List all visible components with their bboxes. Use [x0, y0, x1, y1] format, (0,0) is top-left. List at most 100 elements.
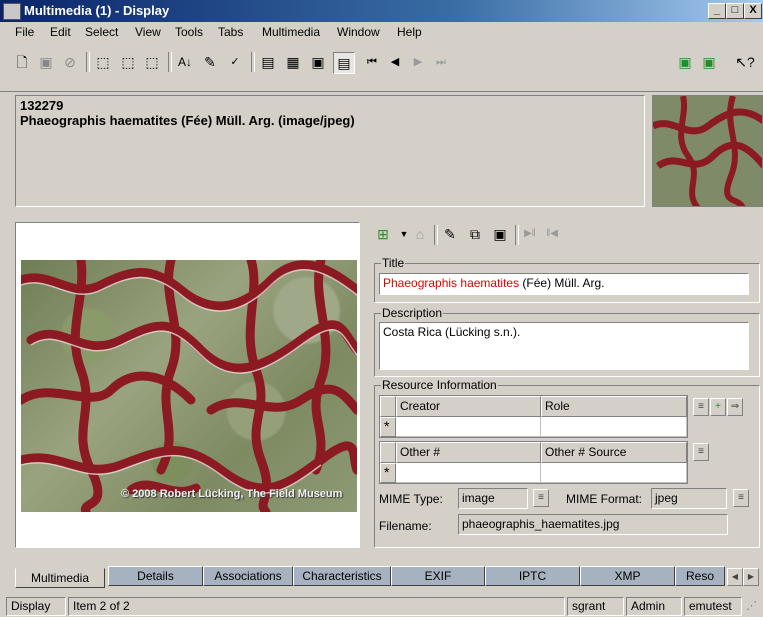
new-row-marker: * [380, 417, 396, 437]
app-icon [3, 3, 21, 20]
creator-grid: Creator Role * [379, 395, 688, 438]
tab-associations[interactable]: Associations [203, 566, 293, 586]
toolbar-separator [434, 225, 438, 245]
filename-field[interactable]: phaeographis_haematites.jpg [458, 514, 728, 535]
menu-window[interactable]: Window [337, 25, 380, 39]
role-column-header[interactable]: Role [541, 396, 687, 417]
close-button[interactable]: X [744, 3, 762, 19]
mime-format-lookup-icon[interactable]: ≡ [733, 489, 749, 507]
tab-details[interactable]: Details [108, 566, 203, 586]
title-author-text: (Fée) Müll. Arg. [519, 276, 605, 290]
toolbar-separator [251, 52, 255, 72]
menu-multimedia[interactable]: Multimedia [262, 25, 320, 39]
creator-lookup-icon[interactable]: ≡ [693, 398, 709, 416]
toolbar-separator [86, 52, 90, 72]
context-help-icon[interactable]: ↖? [735, 52, 755, 72]
tab-iptc[interactable]: IPTC [485, 566, 580, 586]
menu-bar: File Edit Select View Tools Tabs Multime… [0, 22, 763, 42]
tab-scroll-left-icon[interactable]: ◀ [727, 568, 743, 586]
filename-label: Filename: [379, 519, 432, 533]
title-field[interactable]: Phaeographis haematites (Fée) Müll. Arg. [379, 273, 749, 295]
display-view-icon[interactable]: ▤ [333, 52, 355, 74]
sort-icon[interactable]: A↓ [175, 52, 195, 72]
select-all-icon[interactable]: ⬚ [118, 52, 138, 72]
thumbnail-image [652, 95, 763, 207]
scanner-icon[interactable]: ⌂ [410, 224, 430, 244]
status-item-count: Item 2 of 2 [68, 597, 565, 616]
new-row-marker: * [380, 463, 396, 483]
deselect-icon[interactable]: ⬚ [142, 52, 162, 72]
mime-type-label: MIME Type: [379, 492, 443, 506]
creator-column-header[interactable]: Creator [396, 396, 541, 417]
role-cell[interactable] [541, 417, 687, 437]
grid-corner [380, 396, 396, 417]
tab-scroll-right-icon[interactable]: ▶ [743, 568, 759, 586]
edit-image-icon[interactable]: ✎ [440, 224, 460, 244]
tab-multimedia[interactable]: Multimedia [15, 568, 105, 588]
menu-select[interactable]: Select [85, 25, 118, 39]
title-taxon-text: Phaeographis haematites [383, 276, 520, 290]
creator-cell[interactable] [396, 417, 541, 437]
other-number-cell[interactable] [396, 463, 541, 483]
tab-characteristics[interactable]: Characteristics [293, 566, 391, 586]
cancel-icon[interactable]: ⊘ [60, 52, 80, 72]
description-label: Description [381, 306, 444, 320]
copy-window-icon[interactable]: ▣ [699, 52, 719, 72]
menu-edit[interactable]: Edit [50, 25, 71, 39]
previous-record-icon[interactable]: ◀ [385, 52, 405, 72]
menu-help[interactable]: Help [397, 25, 422, 39]
select-icon[interactable]: ⬚ [93, 52, 113, 72]
menu-view[interactable]: View [135, 25, 161, 39]
mime-format-field[interactable]: jpeg [651, 488, 727, 509]
list-view-icon[interactable]: ▦ [283, 52, 303, 72]
resource-information-label: Resource Information [381, 378, 498, 392]
play-icon[interactable]: ▶‖ [520, 224, 540, 244]
description-field[interactable]: Costa Rica (Lücking s.n.). [379, 322, 749, 370]
page-view-icon[interactable]: ▣ [308, 52, 328, 72]
lichen-photo: © 2008 Robert Lücking, The Field Museum [21, 260, 357, 512]
add-multimedia-icon[interactable]: ⊞ [373, 224, 393, 244]
image-copyright: © 2008 Robert Lücking, The Field Museum [121, 488, 343, 500]
other-number-grid: Other # Other # Source * [379, 441, 688, 484]
main-toolbar: 🗋 ▣ ⊘ ⬚ ⬚ ⬚ A↓ ✎ ✓ ▤ ▦ ▣ ▤ ⏮ ◀ ▶ ⏭ ▣ ▣ ↖… [0, 42, 763, 92]
last-record-icon[interactable]: ⏭ [431, 52, 451, 72]
save-image-icon[interactable]: ▣ [490, 224, 510, 244]
new-icon[interactable]: 🗋 [12, 52, 32, 72]
save-icon[interactable]: ▣ [36, 52, 56, 72]
toolbar-separator [168, 52, 172, 72]
resize-grip-icon[interactable]: ⋰ [746, 599, 760, 614]
maximize-button[interactable]: □ [726, 3, 744, 19]
window-title: Multimedia (1) - Display [24, 3, 170, 18]
next-record-icon[interactable]: ▶ [408, 52, 428, 72]
status-bar: Display Item 2 of 2 sgrant Admin emutest… [0, 597, 763, 617]
minimize-button[interactable]: _ [708, 3, 726, 19]
details-view-icon[interactable]: ▤ [258, 52, 278, 72]
status-database: emutest [684, 597, 742, 616]
menu-tools[interactable]: Tools [175, 25, 203, 39]
tab-exif[interactable]: EXIF [391, 566, 485, 586]
tab-xmp[interactable]: XMP [580, 566, 675, 586]
new-window-icon[interactable]: ▣ [675, 52, 695, 72]
menu-file[interactable]: File [15, 25, 34, 39]
other-number-column-header[interactable]: Other # [396, 442, 541, 463]
rewind-icon[interactable]: ‖◀ [542, 224, 562, 244]
spellcheck-icon[interactable]: ✓ [225, 52, 245, 72]
other-number-source-column-header[interactable]: Other # Source [541, 442, 687, 463]
open-external-icon[interactable]: ⧉ [465, 224, 485, 244]
title-label: Title [381, 256, 406, 270]
first-record-icon[interactable]: ⏮ [362, 52, 382, 72]
multimedia-toolbar: ⊞ ▼ ⌂ ✎ ⧉ ▣ ▶‖ ‖◀ [370, 222, 750, 250]
tab-resources[interactable]: Reso [675, 566, 725, 586]
record-summary-panel: 132279 Phaeographis haematites (Fée) Mül… [15, 95, 645, 207]
other-number-source-cell[interactable] [541, 463, 687, 483]
menu-tabs[interactable]: Tabs [218, 25, 243, 39]
edit-notes-icon[interactable]: ✎ [200, 52, 220, 72]
record-tabs: Multimedia Details Associations Characte… [15, 566, 763, 588]
other-source-lookup-icon[interactable]: ≡ [693, 443, 709, 461]
attach-creator-icon[interactable]: + [710, 398, 726, 416]
view-creator-icon[interactable]: ⇒ [727, 398, 743, 416]
mime-type-field[interactable]: image [458, 488, 528, 509]
toolbar-separator [515, 225, 519, 245]
record-summary: Phaeographis haematites (Fée) Müll. Arg.… [20, 113, 355, 128]
mime-type-lookup-icon[interactable]: ≡ [533, 489, 549, 507]
